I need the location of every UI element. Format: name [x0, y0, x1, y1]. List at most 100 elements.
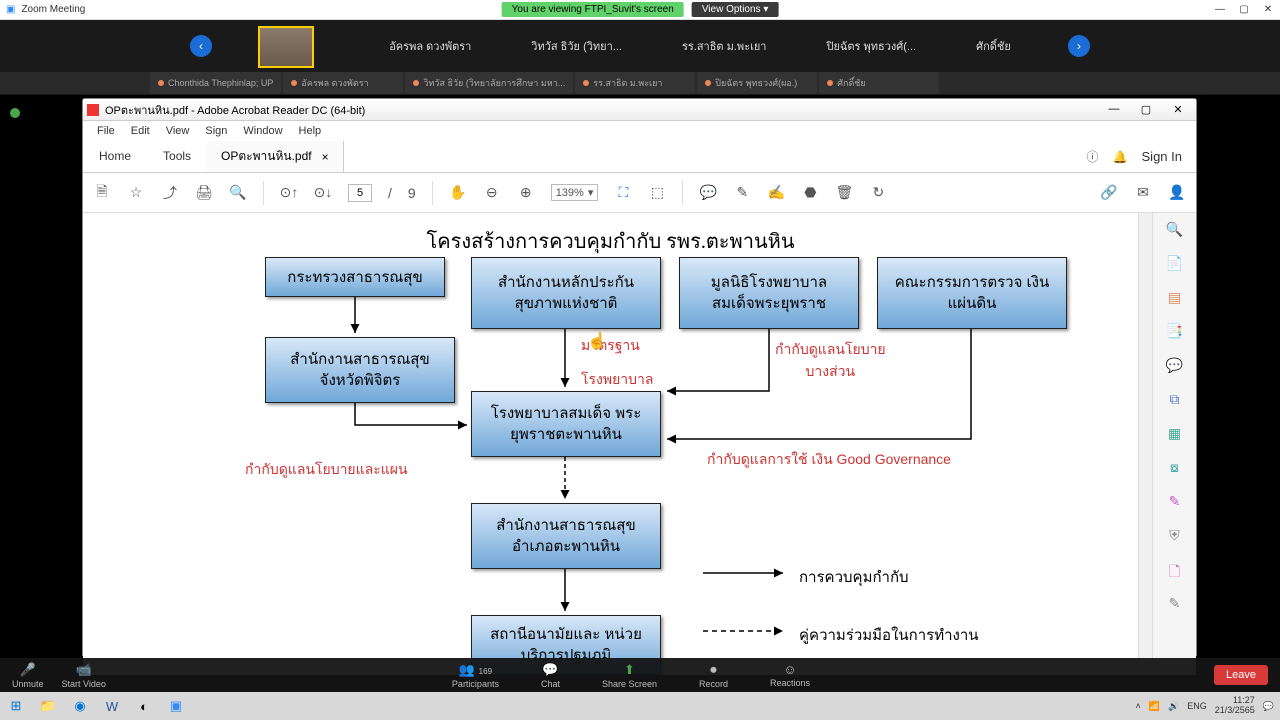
email-icon[interactable]: ✉ [1134, 184, 1152, 202]
tools-tab[interactable]: Tools [147, 141, 207, 172]
bell-icon[interactable]: 🔔 [1113, 150, 1128, 164]
home-tab[interactable]: Home [83, 141, 147, 172]
export-pdf-icon[interactable]: 📄 [1165, 255, 1185, 275]
acrobat-window: OPตะพานหิน.pdf - Adobe Acrobat Reader DC… [82, 98, 1197, 656]
tab-close-button[interactable]: × [322, 150, 329, 164]
delete-icon[interactable]: 🗑 [835, 184, 853, 202]
source-tab[interactable]: รร.สาธิต ม.พะเยา [575, 72, 695, 94]
box-dho: สำนักงานสาธารณสุข อำเภอตะพานหิน [471, 503, 661, 569]
page-up-icon[interactable]: ⊙↑ [280, 184, 298, 202]
participant-name[interactable]: อัครพล ดวงพัตรา [389, 37, 471, 55]
chrome-icon[interactable]: ◐ [128, 694, 160, 718]
search-tool-icon[interactable]: 🔍 [1165, 221, 1185, 241]
share-icon[interactable]: ⤴ [161, 184, 179, 202]
explorer-icon[interactable]: 📁 [32, 694, 64, 718]
participant-name[interactable]: ศักดิ์ชัย [976, 37, 1011, 55]
share-screen-button[interactable]: ⬆Share Screen [602, 662, 657, 689]
chart-title: โครงสร้างการควบคุมกำกับ รพร.ตะพานหิน [83, 225, 1138, 257]
combine-icon[interactable]: ⧉ [1165, 391, 1185, 411]
participant-name[interactable]: วิทวัส ธิวัย (วิทยา... [531, 37, 622, 55]
fit-width-icon[interactable]: ⛶ [614, 184, 632, 202]
print-icon[interactable]: 🖨 [195, 184, 213, 202]
page-area[interactable]: ▸ โครงสร้างการควบคุมกำกับ รพร.ตะพานหิน ก… [83, 213, 1138, 675]
start-button[interactable]: ⊞ [0, 694, 32, 718]
view-options-button[interactable]: View Options ▾ [692, 2, 779, 17]
save-icon[interactable]: 🗎 [93, 184, 111, 202]
zoom-taskbar-icon[interactable]: ▣ [160, 694, 192, 718]
page-number-input[interactable] [348, 184, 372, 202]
annot-policy-partial: กำกับดูแลนโยบาย บางส่วน [775, 339, 886, 383]
unmute-button[interactable]: 🎤Unmute [12, 662, 44, 689]
source-tab[interactable]: อัครพล ดวงพัตรา [283, 72, 403, 94]
participant-name[interactable]: ปิยฉัตร พุทธวงศ์(... [826, 37, 916, 55]
read-mode-icon[interactable]: ⬚ [648, 184, 666, 202]
tray-volume-icon[interactable]: 🔊 [1168, 701, 1179, 712]
comment-icon[interactable]: 💬 [699, 184, 717, 202]
rotate-icon[interactable]: ↻ [869, 184, 887, 202]
sign-icon[interactable]: ✍ [767, 184, 785, 202]
record-button[interactable]: ⏺Record [699, 662, 728, 689]
menu-view[interactable]: View [160, 123, 196, 139]
redact-icon[interactable]: ✎ [1165, 493, 1185, 513]
page-down-icon[interactable]: ⊙↓ [314, 184, 332, 202]
search-icon[interactable]: 🔍 [229, 184, 247, 202]
account-icon[interactable]: 👤 [1168, 184, 1186, 202]
reactions-button[interactable]: ☺Reactions [770, 662, 810, 689]
compress-icon[interactable]: ⧇ [1165, 459, 1185, 479]
create-pdf-icon[interactable]: 📑 [1165, 323, 1185, 343]
help-icon[interactable]: ⓘ [1087, 148, 1099, 165]
participant-name[interactable]: รร.สาธิต ม.พะเยา [682, 37, 767, 55]
encryption-icon [10, 108, 20, 118]
tray-lang-icon[interactable]: ENG [1187, 701, 1207, 711]
source-tab[interactable]: Chonthida Thephinlap; UP [150, 72, 281, 94]
menu-window[interactable]: Window [237, 123, 288, 139]
tray-wifi-icon[interactable]: 📶 [1149, 701, 1160, 712]
leave-button[interactable]: Leave [1214, 665, 1268, 685]
cursor-icon: ☝ [587, 331, 607, 351]
fill-sign-icon[interactable]: 🗋 [1165, 561, 1185, 581]
menu-file[interactable]: File [91, 123, 121, 139]
word-icon[interactable]: W [96, 694, 128, 718]
document-tab[interactable]: OPตะพานหิน.pdf × [207, 141, 344, 172]
box-foundation: มูลนิธิโรงพยาบาล สมเด็จพระยุพราช [679, 257, 859, 329]
protect-icon[interactable]: ⛨ [1165, 527, 1185, 547]
attach-icon[interactable]: 🔗 [1100, 184, 1118, 202]
acrobat-minimize-button[interactable]: — [1100, 103, 1128, 116]
participants-next-button[interactable]: › [1068, 35, 1090, 57]
notifications-icon[interactable]: 💬 [1263, 701, 1274, 712]
acrobat-toolbar: 🗎 ☆ ⤴ 🖨 🔍 ⊙↑ ⊙↓ / 9 ✋ ⊖ ⊕ 139% ▾ ⛶ ⬚ 💬 ✎… [83, 173, 1196, 213]
menu-edit[interactable]: Edit [125, 123, 156, 139]
signin-button[interactable]: Sign In [1142, 149, 1182, 164]
acrobat-maximize-button[interactable]: ▢ [1132, 103, 1160, 116]
highlight-icon[interactable]: ✎ [733, 184, 751, 202]
comment-tool-icon[interactable]: 💬 [1165, 357, 1185, 377]
acrobat-menubar: File Edit View Sign Window Help [83, 121, 1196, 141]
more-tools-icon[interactable]: ✎ [1165, 595, 1185, 615]
hand-tool-icon[interactable]: ✋ [449, 184, 467, 202]
taskbar-clock[interactable]: 11:27 21/3/2565 [1215, 696, 1255, 716]
tray-chevron-icon[interactable]: ˄ [1136, 701, 1141, 711]
source-tab[interactable]: ปิยฉัตร พุทธวงศ์(ผอ.) [697, 72, 817, 94]
organize-icon[interactable]: ▦ [1165, 425, 1185, 445]
scrollbar[interactable] [1138, 213, 1152, 675]
zoom-in-icon[interactable]: ⊕ [517, 184, 535, 202]
edit-pdf-icon[interactable]: ▤ [1165, 289, 1185, 309]
chat-button[interactable]: 💬Chat [541, 662, 560, 689]
participants-button[interactable]: 👥 169Participants [452, 662, 499, 689]
source-tab[interactable]: วิทวัส ธิวัย (วิทยาลัยการศึกษา มหา... [405, 72, 573, 94]
zoom-out-icon[interactable]: ⊖ [483, 184, 501, 202]
stamp-icon[interactable]: ⬣ [801, 184, 819, 202]
active-speaker-video[interactable] [258, 26, 314, 68]
edge-icon[interactable]: ◉ [64, 694, 96, 718]
acrobat-close-button[interactable]: ✕ [1164, 103, 1192, 116]
start-video-button[interactable]: 📹Start Video [62, 662, 106, 689]
menu-help[interactable]: Help [293, 123, 328, 139]
window-close-button[interactable]: ✕ [1256, 4, 1280, 15]
source-tab[interactable]: ศักดิ์ชัย [819, 72, 939, 94]
zoom-level[interactable]: 139% ▾ [551, 184, 599, 201]
window-maximize-button[interactable]: ▢ [1232, 4, 1256, 15]
window-minimize-button[interactable]: — [1208, 4, 1232, 15]
menu-sign[interactable]: Sign [199, 123, 233, 139]
participants-prev-button[interactable]: ‹ [190, 35, 212, 57]
star-icon[interactable]: ☆ [127, 184, 145, 202]
